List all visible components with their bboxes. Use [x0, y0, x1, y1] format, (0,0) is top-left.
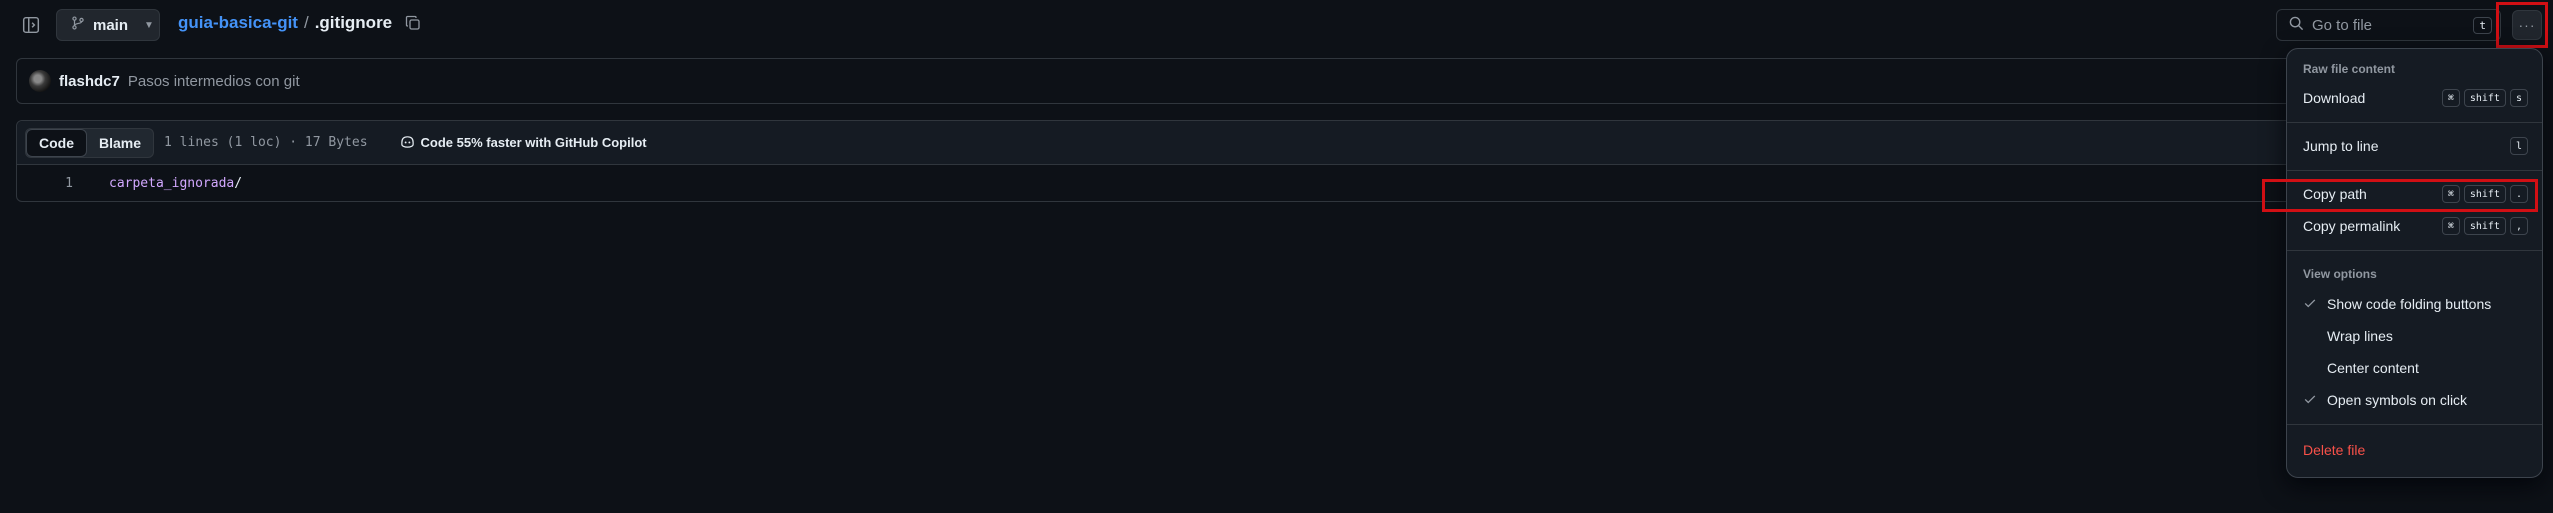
- menu-group-raw-title: Raw file content: [2303, 62, 2396, 76]
- search-icon: [2289, 16, 2304, 35]
- check-icon: [2304, 395, 2316, 404]
- menu-divider: [2287, 170, 2542, 171]
- copy-icon[interactable]: [404, 14, 422, 32]
- menu-item-wrap-label: Wrap lines: [2327, 328, 2393, 344]
- copilot-promo-text: Code 55% faster with GitHub Copilot: [420, 135, 647, 150]
- key-shift: shift: [2463, 89, 2506, 107]
- breadcrumb-separator: /: [303, 13, 309, 32]
- menu-item-download[interactable]: Download ⌘ shift s: [2287, 84, 2542, 112]
- top-bar: main ▼ guia-basica-git / .gitignore Go t…: [0, 0, 2553, 50]
- menu-divider: [2287, 122, 2542, 123]
- menu-item-copy-permalink-label: Copy permalink: [2303, 218, 2401, 234]
- menu-item-delete-file[interactable]: Delete file: [2287, 436, 2542, 464]
- key-l: l: [2509, 137, 2528, 155]
- file-viewer: Code Blame 1 lines (1 loc) · 17 Bytes Co…: [16, 120, 2536, 202]
- menu-item-center-label: Center content: [2327, 360, 2419, 376]
- branch-selector-button[interactable]: main ▼: [56, 9, 160, 41]
- menu-item-wrap-lines[interactable]: Wrap lines: [2287, 322, 2542, 350]
- key-shift: shift: [2463, 217, 2506, 235]
- copilot-icon: [400, 134, 415, 152]
- tab-code[interactable]: Code: [26, 128, 87, 157]
- jump-shortcut: l: [2509, 137, 2528, 155]
- latest-commit-bar: flashdc7 Pasos intermedios con git: [16, 58, 2536, 104]
- key-comma: ,: [2509, 217, 2528, 235]
- commit-message[interactable]: Pasos intermedios con git: [128, 73, 300, 90]
- menu-item-show-folding-label: Show code folding buttons: [2327, 296, 2492, 312]
- avatar[interactable]: [29, 70, 51, 92]
- download-shortcut: ⌘ shift s: [2441, 89, 2528, 107]
- git-branch-icon: [71, 16, 85, 34]
- menu-divider: [2287, 250, 2542, 251]
- go-to-file-input[interactable]: Go to file t: [2276, 9, 2501, 41]
- menu-item-center-content[interactable]: Center content: [2287, 354, 2542, 382]
- code-line: 1 carpeta_ignorada/: [17, 165, 2535, 201]
- key-s: s: [2509, 89, 2528, 107]
- breadcrumb-repo-link[interactable]: guia-basica-git: [178, 13, 298, 33]
- sidebar-toggle-icon[interactable]: [18, 13, 44, 37]
- breadcrumb: guia-basica-git / .gitignore: [178, 13, 422, 33]
- menu-item-delete-label: Delete file: [2303, 442, 2366, 458]
- code-token-slash: /: [234, 175, 243, 191]
- go-to-file-shortcut: t: [2473, 17, 2492, 34]
- menu-item-download-label: Download: [2303, 90, 2366, 106]
- code-content: carpeta_ignorada/: [109, 176, 242, 191]
- annotation-highlight-copy-path: [2262, 179, 2538, 212]
- menu-item-jump-label: Jump to line: [2303, 138, 2379, 154]
- view-mode-toggle: Code Blame: [25, 127, 155, 158]
- menu-item-open-symbols-label: Open symbols on click: [2327, 392, 2468, 408]
- line-number[interactable]: 1: [17, 176, 73, 191]
- key-cmd: ⌘: [2441, 89, 2460, 107]
- menu-group-view-title: View options: [2303, 267, 2377, 281]
- branch-name: main: [93, 16, 129, 34]
- copy-permalink-shortcut: ⌘ shift ,: [2441, 217, 2528, 235]
- annotation-highlight-more: [2496, 2, 2548, 48]
- code-token-path: carpeta_ignorada: [109, 175, 235, 191]
- menu-item-show-folding[interactable]: Show code folding buttons: [2287, 290, 2542, 318]
- menu-item-jump-to-line[interactable]: Jump to line l: [2287, 132, 2542, 160]
- commit-author[interactable]: flashdc7: [59, 73, 120, 90]
- file-info: 1 lines (1 loc) · 17 Bytes: [164, 135, 368, 150]
- copilot-promo-link[interactable]: Code 55% faster with GitHub Copilot: [400, 134, 647, 152]
- menu-divider: [2287, 424, 2542, 425]
- menu-item-copy-permalink[interactable]: Copy permalink ⌘ shift ,: [2287, 212, 2542, 240]
- more-options-menu: Raw file content Download ⌘ shift s Jump…: [2286, 48, 2543, 478]
- key-cmd: ⌘: [2441, 217, 2460, 235]
- check-icon: [2304, 299, 2316, 308]
- menu-item-open-symbols[interactable]: Open symbols on click: [2287, 386, 2542, 414]
- tab-blame[interactable]: Blame: [87, 129, 153, 157]
- go-to-file-placeholder: Go to file: [2312, 16, 2373, 34]
- file-header: Code Blame 1 lines (1 loc) · 17 Bytes Co…: [17, 121, 2535, 165]
- chevron-down-icon: ▼: [144, 19, 154, 31]
- breadcrumb-file-name: .gitignore: [314, 13, 393, 32]
